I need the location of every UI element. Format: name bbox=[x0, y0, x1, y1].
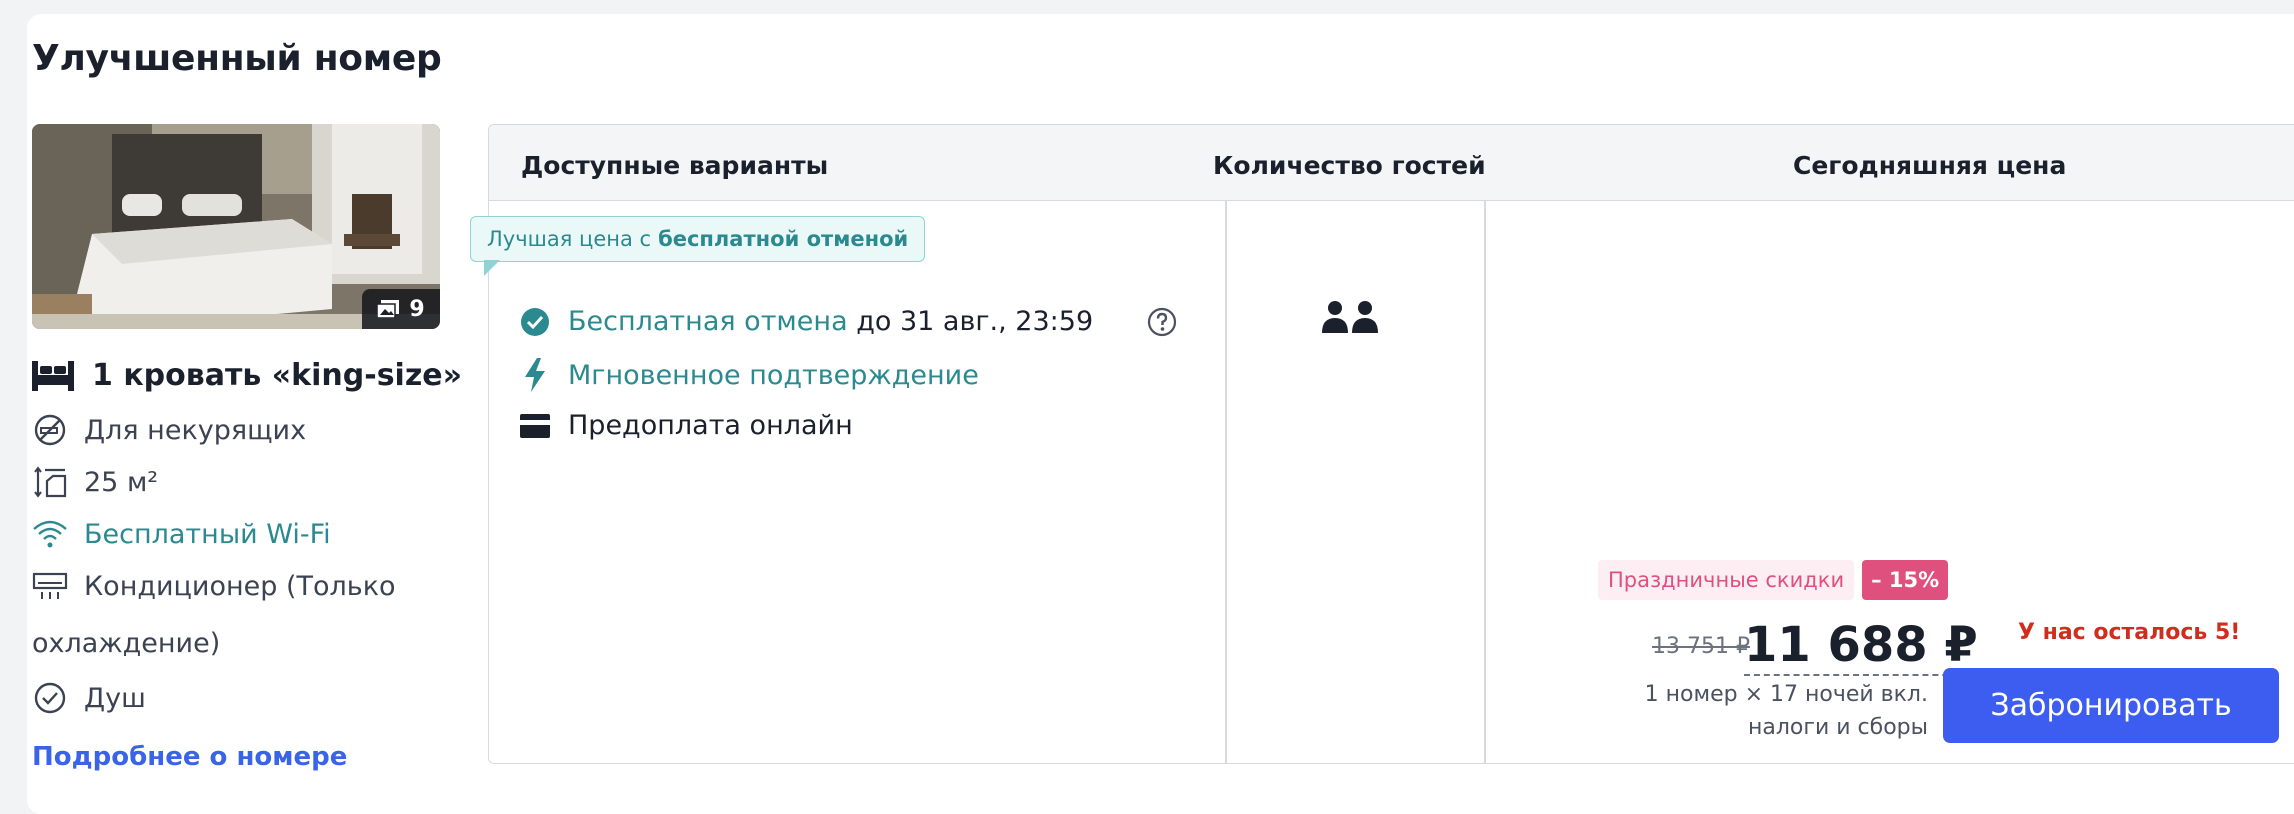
room-details-link[interactable]: Подробнее о номере bbox=[32, 742, 347, 772]
feature-wifi: Бесплатный Wi-Fi bbox=[32, 516, 331, 552]
best-price-prefix: Лучшая цена с bbox=[487, 227, 652, 251]
best-price-badge: Лучшая цена с бесплатной отменой bbox=[470, 216, 926, 262]
option-instant-confirmation: Мгновенное подтверждение bbox=[520, 358, 979, 392]
bed-label: 1 кровать «king-size» bbox=[92, 358, 463, 393]
feature-label: Для некурящих bbox=[84, 414, 307, 446]
option-text: до 31 авг., 23:59 bbox=[847, 306, 1094, 337]
promo-badge: Праздничные скидки – 15% bbox=[1598, 560, 1949, 600]
help-icon[interactable] bbox=[1146, 306, 1178, 338]
feature-label: Душ bbox=[84, 682, 146, 714]
check-circle-icon bbox=[32, 680, 68, 716]
room-photo[interactable]: 9 bbox=[32, 124, 440, 329]
promo-discount: – 15% bbox=[1862, 560, 1949, 600]
current-price[interactable]: 11 688 ₽ bbox=[1744, 616, 1978, 676]
bed-icon bbox=[32, 360, 74, 391]
check-circle-icon bbox=[520, 307, 550, 337]
lightning-icon bbox=[520, 358, 550, 392]
feature-no-smoking: Для некурящих bbox=[32, 412, 306, 448]
card-icon bbox=[520, 413, 550, 438]
feature-label: Бесплатный Wi-Fi bbox=[84, 518, 331, 550]
feature-label-continuation: охлаждение) bbox=[32, 628, 221, 659]
option-text: Предоплата онлайн bbox=[568, 410, 853, 441]
air-conditioner-icon bbox=[32, 568, 68, 604]
option-highlight: Мгновенное подтверждение bbox=[568, 359, 979, 391]
column-options: Доступные варианты bbox=[521, 151, 829, 180]
two-guests-icon bbox=[1322, 301, 1378, 333]
option-prepay-online: Предоплата онлайн bbox=[520, 410, 853, 441]
photo-count-badge[interactable]: 9 bbox=[362, 289, 440, 329]
rates-table-header: Доступные варианты Количество гостей Сег… bbox=[489, 125, 2294, 201]
option-highlight: Бесплатная отмена bbox=[568, 306, 848, 337]
promo-label: Праздничные скидки bbox=[1598, 560, 1855, 600]
feature-shower: Душ bbox=[32, 680, 146, 716]
feature-label: 25 м² bbox=[84, 466, 159, 498]
room-size-icon bbox=[32, 464, 68, 500]
badge-tail bbox=[484, 260, 500, 276]
best-price-bold: бесплатной отменой bbox=[658, 227, 909, 251]
photo-count: 9 bbox=[409, 296, 425, 322]
feature-air-conditioner: Кондиционер (Только bbox=[32, 568, 396, 604]
room-title: Улучшенный номер bbox=[32, 38, 442, 79]
price-note: 1 номер × 17 ночей вкл. налоги и сборы bbox=[1644, 682, 1928, 740]
feature-room-size: 25 м² bbox=[32, 464, 158, 500]
rooms-left-alert: У нас осталось 5! bbox=[2018, 620, 2241, 645]
option-free-cancellation: Бесплатная отмена до 31 авг., 23:59 bbox=[520, 306, 1093, 337]
column-price: Сегодняшняя цена bbox=[1793, 151, 2067, 180]
feature-label: Кондиционер (Только bbox=[84, 570, 396, 602]
book-button[interactable]: Забронировать bbox=[1943, 668, 2279, 743]
no-smoking-icon bbox=[32, 412, 68, 448]
old-price: 13 751 ₽ bbox=[1652, 634, 1750, 659]
column-guests: Количество гостей bbox=[1213, 151, 1486, 180]
gallery-icon bbox=[377, 300, 400, 318]
wifi-icon bbox=[32, 516, 68, 552]
column-divider bbox=[1484, 201, 1486, 763]
bed-type: 1 кровать «king-size» bbox=[32, 358, 462, 393]
column-divider bbox=[1225, 201, 1227, 763]
